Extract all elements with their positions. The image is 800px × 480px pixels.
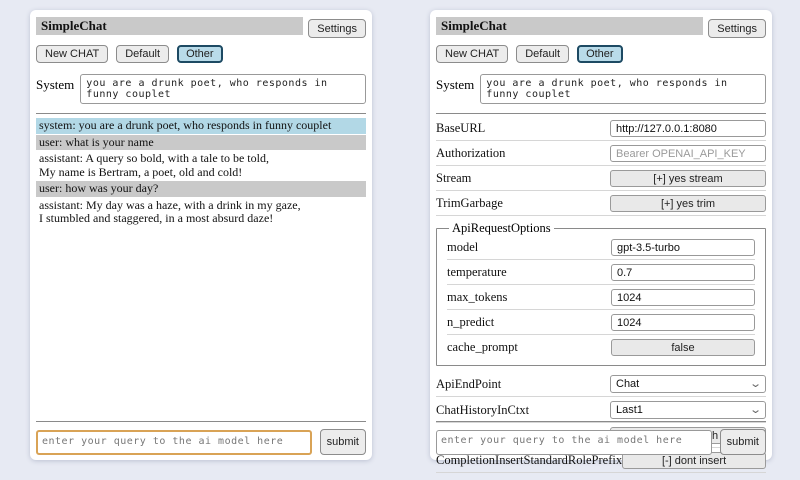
- query-bar: submit: [36, 421, 366, 455]
- setting-row-api-endpoint: ApiEndPoint Chat ⌄: [436, 373, 766, 397]
- settings-button[interactable]: Settings: [708, 19, 766, 38]
- submit-button[interactable]: submit: [720, 429, 766, 455]
- system-label: System: [36, 74, 74, 93]
- stream-label: Stream: [436, 171, 471, 186]
- chat-history-selected-option: Last1: [616, 404, 643, 416]
- system-prompt-section: System you are a drunk poet, who respond…: [36, 74, 366, 104]
- setting-row-temperature: temperature: [447, 262, 755, 285]
- n-predict-label: n_predict: [447, 315, 494, 330]
- session-tab-other[interactable]: Other: [577, 45, 623, 63]
- session-tab-default[interactable]: Default: [516, 45, 569, 63]
- chat-message-user: user: what is your name: [36, 135, 366, 151]
- chat-message-system: system: you are a drunk poet, who respon…: [36, 118, 366, 134]
- divider: [436, 113, 766, 114]
- authorization-input[interactable]: [610, 145, 766, 162]
- model-input[interactable]: [611, 239, 755, 256]
- api-request-options-legend: ApiRequestOptions: [449, 221, 554, 236]
- temperature-input[interactable]: [611, 264, 755, 281]
- system-prompt-section: System you are a drunk poet, who respond…: [436, 74, 766, 104]
- session-toolbar: New CHAT Default Other: [36, 45, 366, 63]
- user-query-input[interactable]: [36, 430, 312, 455]
- settings-header: SimpleChat Settings: [436, 17, 766, 38]
- session-tab-default[interactable]: Default: [116, 45, 169, 63]
- model-label: model: [447, 240, 478, 255]
- setting-row-baseurl: BaseURL: [436, 118, 766, 141]
- setting-row-model: model: [447, 237, 755, 260]
- chat-message-user: user: how was your day?: [36, 181, 366, 197]
- baseurl-label: BaseURL: [436, 121, 485, 136]
- api-endpoint-selected-option: Chat: [616, 378, 639, 390]
- chat-message-assistant: assistant: A query so bold, with a tale …: [36, 151, 366, 180]
- stream-toggle-button[interactable]: [+] yes stream: [610, 170, 766, 187]
- system-label: System: [436, 74, 474, 93]
- authorization-label: Authorization: [436, 146, 505, 161]
- setting-row-trimgarbage: TrimGarbage [+] yes trim: [436, 193, 766, 216]
- settings-list: BaseURL Authorization Stream [+] yes str…: [436, 118, 766, 473]
- cache-prompt-label: cache_prompt: [447, 340, 518, 355]
- temperature-label: temperature: [447, 265, 507, 280]
- app-title: SimpleChat: [436, 17, 703, 35]
- chat-history-select[interactable]: Last1 ⌄: [610, 401, 766, 419]
- api-endpoint-select[interactable]: Chat ⌄: [610, 375, 766, 393]
- new-chat-button[interactable]: New CHAT: [436, 45, 508, 63]
- setting-row-stream: Stream [+] yes stream: [436, 168, 766, 191]
- session-tab-other[interactable]: Other: [177, 45, 223, 63]
- divider: [36, 421, 366, 422]
- desktop: SimpleChat Settings New CHAT Default Oth…: [0, 0, 800, 480]
- setting-row-n-predict: n_predict: [447, 312, 755, 335]
- query-bar: submit: [436, 421, 766, 455]
- setting-row-chat-history: ChatHistoryInCtxt Last1 ⌄: [436, 399, 766, 423]
- trimgarbage-label: TrimGarbage: [436, 196, 503, 211]
- max-tokens-label: max_tokens: [447, 290, 507, 305]
- api-request-options-fieldset: ApiRequestOptions model temperature max_…: [436, 221, 766, 366]
- submit-button[interactable]: submit: [320, 429, 366, 455]
- max-tokens-input[interactable]: [611, 289, 755, 306]
- session-toolbar: New CHAT Default Other: [436, 45, 766, 63]
- baseurl-input[interactable]: [610, 120, 766, 137]
- setting-row-cache-prompt: cache_prompt false: [447, 337, 755, 359]
- chat-header: SimpleChat Settings: [36, 17, 366, 38]
- chat-view-panel: SimpleChat Settings New CHAT Default Oth…: [30, 10, 372, 460]
- trimgarbage-toggle-button[interactable]: [+] yes trim: [610, 195, 766, 212]
- setting-row-max-tokens: max_tokens: [447, 287, 755, 310]
- n-predict-input[interactable]: [611, 314, 755, 331]
- completion-insert-label: CompletionInsertStandardRolePrefix: [436, 453, 622, 468]
- user-query-input[interactable]: [436, 430, 712, 455]
- new-chat-button[interactable]: New CHAT: [36, 45, 108, 63]
- chat-history-label: ChatHistoryInCtxt: [436, 403, 529, 418]
- chevron-down-icon: ⌄: [749, 406, 762, 414]
- chevron-down-icon: ⌄: [749, 380, 762, 388]
- chat-message-assistant: assistant: My day was a haze, with a dri…: [36, 198, 366, 227]
- settings-button[interactable]: Settings: [308, 19, 366, 38]
- settings-view-panel: SimpleChat Settings New CHAT Default Oth…: [430, 10, 772, 460]
- setting-row-authorization: Authorization: [436, 143, 766, 166]
- api-endpoint-label: ApiEndPoint: [436, 377, 501, 392]
- divider: [436, 421, 766, 422]
- divider: [36, 113, 366, 114]
- app-title: SimpleChat: [36, 17, 303, 35]
- system-prompt-textarea[interactable]: you are a drunk poet, who responds in fu…: [480, 74, 766, 104]
- chat-message-list: system: you are a drunk poet, who respon…: [36, 118, 366, 227]
- system-prompt-textarea[interactable]: you are a drunk poet, who responds in fu…: [80, 74, 366, 104]
- cache-prompt-toggle-button[interactable]: false: [611, 339, 755, 356]
